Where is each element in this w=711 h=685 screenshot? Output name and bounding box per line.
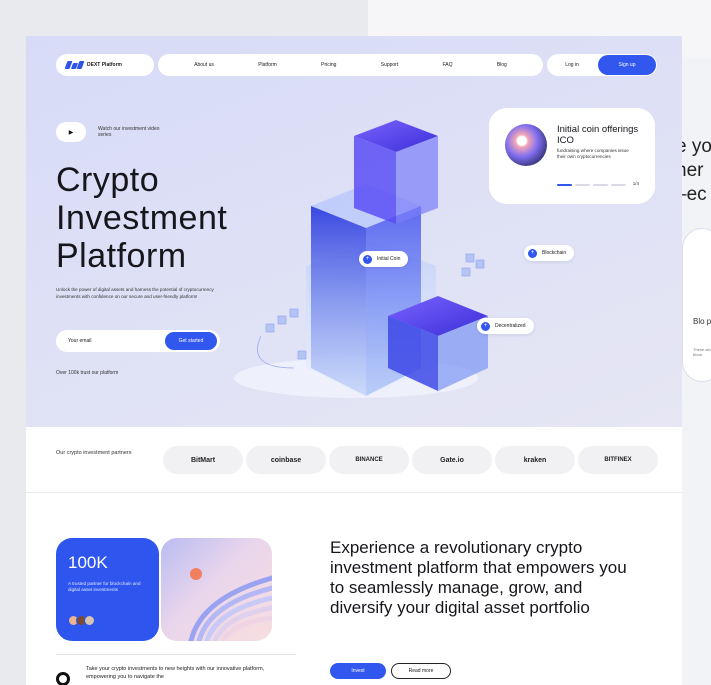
- partners-label: Our crypto investment partners: [56, 450, 132, 456]
- play-icon: ▶: [68, 129, 74, 136]
- partner-logos: BitMart coinbase BINANCE Gate.io kraken …: [163, 446, 658, 474]
- stat-description: A trusted partner for blockchain and dig…: [68, 581, 141, 592]
- stat-card: 100K A trusted partner for blockchain an…: [56, 538, 159, 641]
- partner-kraken-label: kraken: [523, 456, 547, 464]
- brand-name: DEXT Platform: [87, 62, 123, 68]
- nav-link-blog[interactable]: Blog: [497, 62, 507, 68]
- coin-image: [505, 124, 547, 166]
- abstract-waves-image: [188, 568, 272, 641]
- partner-gateio[interactable]: Gate.io: [412, 446, 492, 474]
- crypto-cubes-illustration: [234, 120, 488, 398]
- nav-link-support[interactable]: Support: [381, 62, 399, 68]
- hero-title-line-1: Crypto: [56, 161, 160, 199]
- hero-description: Unlock the power of digital assets and h…: [56, 287, 214, 299]
- tag-blockchain-label: Blockchain: [542, 250, 567, 256]
- ico-card-title: Initial coin offerings ICO: [557, 124, 639, 146]
- plus-icon: +: [363, 254, 372, 264]
- carousel-progress: [557, 184, 626, 186]
- auth-group: Log in Sign up: [547, 54, 657, 76]
- abstract-image-card: [161, 538, 272, 641]
- logo-icon: [64, 61, 85, 69]
- tag-initial-coin-label: Initial Coin: [377, 256, 401, 262]
- partner-gateio-label: Gate.io: [440, 456, 464, 464]
- headline-text: Experience a revolutionary crypto invest…: [330, 538, 627, 617]
- stat-number: 100K: [68, 553, 108, 572]
- tag-decentralized: + Decentralized: [477, 318, 534, 334]
- peek-card-title: Blo pla: [693, 317, 711, 326]
- tag-decentralized-label: Decentralized: [495, 323, 526, 329]
- invest-button[interactable]: Invest: [330, 663, 386, 679]
- carousel-counter: 1/4: [632, 181, 639, 186]
- ico-info-card[interactable]: Initial coin offerings ICO fundraising w…: [489, 108, 655, 204]
- plus-icon: +: [528, 248, 537, 258]
- ico-card-description: fundraising where companies issue their …: [557, 148, 629, 160]
- video-caption: Watch our investment video series: [98, 126, 160, 138]
- nav-link-faq[interactable]: FAQ: [443, 62, 453, 68]
- partner-bitmart[interactable]: BitMart: [163, 446, 243, 474]
- read-more-button[interactable]: Read more: [391, 663, 451, 679]
- tag-blockchain: + Blockchain: [524, 245, 575, 261]
- email-field[interactable]: Your email: [68, 338, 91, 344]
- nav-links: About us Platform Pricing Support FAQ Bl…: [158, 54, 543, 76]
- hero-section: DEXT Platform About us Platform Pricing …: [26, 36, 682, 427]
- trust-text: Over 100k trust our platform: [56, 370, 119, 376]
- peek-card-desc: These devel block: [693, 347, 711, 357]
- partner-bitfinex-label: BITFINEX: [604, 457, 632, 463]
- content-divider: [56, 654, 296, 655]
- avatar-group: [68, 615, 95, 626]
- nav-link-pricing[interactable]: Pricing: [321, 62, 336, 68]
- landing-page-mockup: DEXT Platform About us Platform Pricing …: [26, 36, 682, 685]
- hero-title-line-3: Platform: [56, 237, 187, 275]
- top-nav: DEXT Platform About us Platform Pricing …: [56, 54, 657, 76]
- hero-title-line-2: Investment: [56, 199, 228, 237]
- brand-logo[interactable]: DEXT Platform: [56, 54, 154, 76]
- partner-binance[interactable]: BINANCE: [329, 446, 409, 474]
- nav-link-about[interactable]: About us: [194, 62, 214, 68]
- play-video-button[interactable]: ▶: [56, 122, 86, 142]
- tag-initial-coin: + Initial Coin: [359, 251, 409, 267]
- partner-binance-label: BINANCE: [355, 457, 383, 463]
- plus-icon: +: [481, 321, 490, 331]
- email-signup-form: Your email Get started: [56, 330, 220, 352]
- hero-title: Crypto Investment Platform: [56, 161, 227, 275]
- nav-link-platform[interactable]: Platform: [258, 62, 277, 68]
- login-button[interactable]: Log in: [547, 62, 597, 68]
- partner-bitfinex[interactable]: BITFINEX: [578, 446, 658, 474]
- partner-coinbase-label: coinbase: [270, 456, 302, 464]
- partner-coinbase[interactable]: coinbase: [246, 446, 326, 474]
- peek-card: Blo pla These devel block: [682, 228, 711, 382]
- ring-icon: [56, 672, 70, 685]
- partner-bitmart-label: BitMart: [190, 456, 216, 464]
- signup-button[interactable]: Sign up: [598, 55, 656, 75]
- avatar: [84, 615, 95, 626]
- section-divider: [26, 492, 682, 493]
- partner-kraken[interactable]: kraken: [495, 446, 575, 474]
- bottom-description: Take your crypto investments to new heig…: [86, 666, 265, 680]
